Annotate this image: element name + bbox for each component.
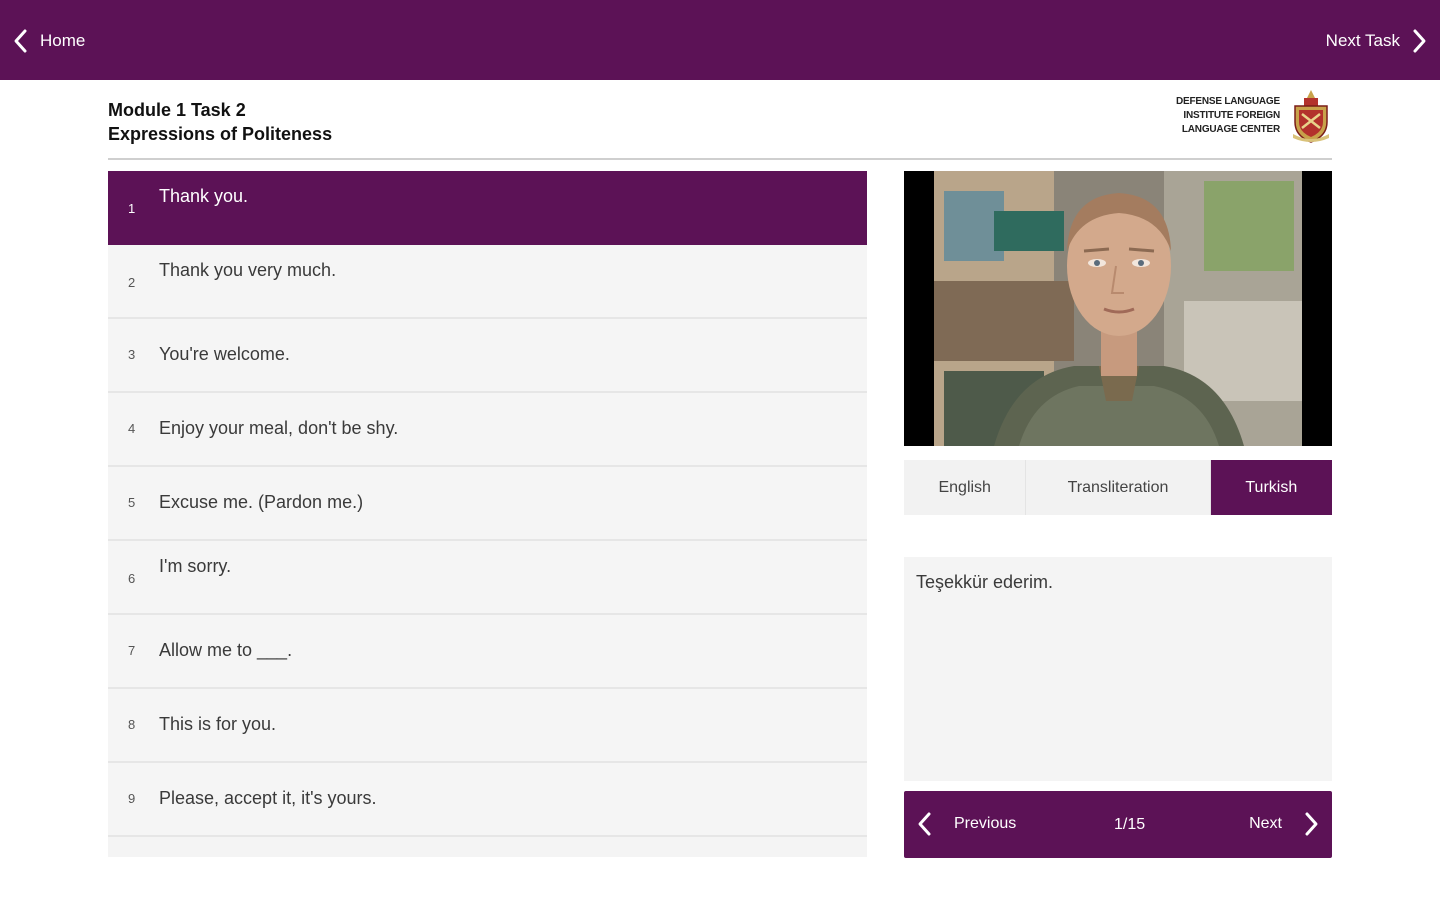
logo-line-2: INSTITUTE FOREIGN [1183,110,1280,121]
language-tabs: English Transliteration Turkish [904,460,1333,515]
item-number: 3 [128,347,136,362]
list-item[interactable]: 8 This is for you. [108,689,867,763]
item-number: 1 [128,201,136,216]
page-header: Module 1 Task 2 Expressions of Politenes… [108,90,1332,160]
top-bar: Home Next Task [0,0,1440,80]
translation-text: Teşekkür ederim. [916,572,1054,592]
pager: Previous 1/15 Next [904,791,1332,858]
module-label: Module 1 Task 2 [108,100,246,120]
tab-english[interactable]: English [904,460,1027,515]
item-number: 9 [128,791,136,806]
item-text: This is for you. [159,714,277,734]
list-item[interactable]: 5 Excuse me. (Pardon me.) [108,467,867,541]
item-text: Enjoy your meal, don't be shy. [159,418,399,438]
dli-logo: DEFENSE LANGUAGE INSTITUTE FOREIGN LANGU… [1176,88,1332,144]
item-number: 5 [128,495,136,510]
previous-label: Previous [954,815,1017,832]
chevron-right-icon [1300,811,1322,837]
next-button[interactable]: Next [1249,811,1322,837]
tab-transliteration[interactable]: Transliteration [1026,460,1211,515]
item-number: 2 [128,275,136,290]
item-text: Please, accept it, it's yours. [159,788,377,808]
chevron-right-icon [1408,28,1430,54]
item-text: Excuse me. (Pardon me.) [159,492,364,512]
chevron-left-icon [10,28,32,54]
item-text: I'm sorry. [159,556,232,576]
logo-line-1: DEFENSE LANGUAGE [1175,96,1280,107]
list-item[interactable]: 7 Allow me to ___. [108,615,867,689]
item-number: 6 [128,571,136,586]
item-text: Thank you. [159,186,249,206]
logo-text: DEFENSE LANGUAGE INSTITUTE FOREIGN LANGU… [1176,95,1280,137]
page-counter: 1/15 [1114,816,1146,833]
list-item[interactable]: 3 You're welcome. [108,319,867,393]
item-text: Allow me to ___. [159,640,293,660]
item-number: 7 [128,643,136,658]
logo-line-3: LANGUAGE CENTER [1181,124,1280,135]
next-task-button[interactable]: Next Task [1326,26,1430,56]
chevron-left-icon [914,811,936,837]
item-text: You're welcome. [159,344,290,364]
list-item[interactable]: 9 Please, accept it, it's yours. [108,763,867,837]
home-button[interactable]: Home [10,26,85,56]
list-item[interactable]: 2 Thank you very much. [108,245,867,319]
crest-icon [1290,88,1332,144]
page-title: Module 1 Task 2 Expressions of Politenes… [108,98,332,146]
list-item[interactable]: 4 Enjoy your meal, don't be shy. [108,393,867,467]
home-label: Home [40,31,86,50]
list-item[interactable]: 6 I'm sorry. [108,541,867,615]
avatar-video[interactable] [904,171,1332,446]
next-label: Next [1249,815,1282,832]
item-number: 4 [128,421,136,436]
previous-button[interactable]: Previous [914,811,1016,837]
tab-turkish[interactable]: Turkish [1210,460,1333,515]
task-title: Expressions of Politeness [108,124,333,144]
phrase-list: 1 Thank you. 2 Thank you very much. 3 Yo… [108,171,867,857]
translation-box: Teşekkür ederim. [904,557,1332,781]
list-item[interactable]: 1 Thank you. [108,171,867,245]
next-task-label: Next Task [1325,31,1400,50]
item-text: Thank you very much. [159,260,337,280]
item-number: 8 [128,717,136,732]
